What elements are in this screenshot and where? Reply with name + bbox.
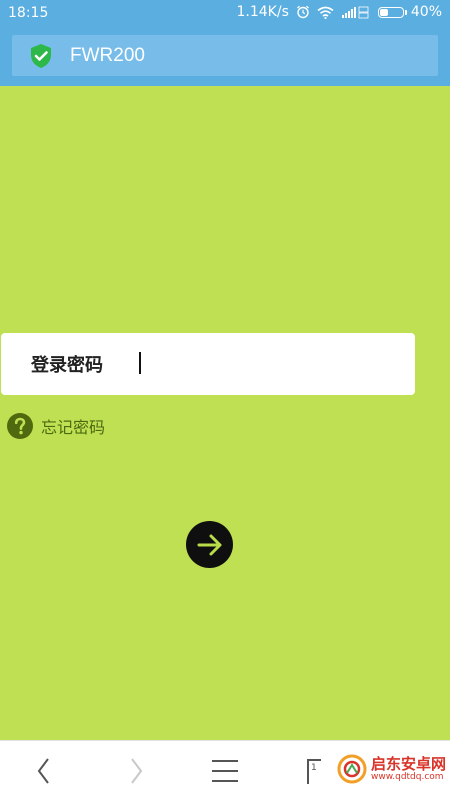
watermark-title: 启东安卓网 — [370, 754, 446, 773]
forgot-password-link[interactable]: 忘记密码 — [6, 412, 105, 440]
battery-icon — [377, 6, 407, 18]
password-input[interactable] — [133, 349, 373, 379]
forward-button[interactable] — [118, 753, 154, 789]
wifi-icon — [317, 6, 334, 19]
menu-button[interactable] — [207, 753, 243, 789]
password-label: 登录密码 — [31, 355, 103, 376]
router-login-screen: 18:15 1.14K/s 40% FWR200 登录密码 忘记密码 1 启东安… — [0, 0, 450, 800]
back-button[interactable] — [26, 753, 62, 789]
chevron-left-icon — [37, 758, 49, 784]
status-icons: 1.14K/s 40% — [237, 4, 443, 20]
text-caret — [139, 352, 141, 374]
browser-header: 18:15 1.14K/s 40% FWR200 — [0, 0, 450, 86]
login-card: 登录密码 — [1, 333, 415, 395]
menu-icon — [212, 760, 238, 782]
tabs-button[interactable]: 1 — [297, 753, 333, 789]
url-bar[interactable]: FWR200 — [12, 35, 438, 76]
watermark-logo: 启东安卓网 www.qdtdq.com — [337, 754, 446, 784]
status-bar: 18:15 1.14K/s 40% — [0, 0, 450, 26]
watermark-icon — [337, 754, 367, 784]
shield-check-icon — [28, 43, 54, 69]
network-speed: 1.14K/s — [236, 4, 289, 20]
alarm-icon — [296, 5, 310, 19]
page-url-title: FWR200 — [70, 44, 145, 66]
signal-icon — [341, 6, 371, 19]
question-icon — [6, 412, 34, 440]
arrow-right-icon — [197, 534, 221, 555]
watermark-url: www.qdtdq.com — [370, 771, 444, 782]
battery-level — [379, 8, 388, 16]
login-submit-button[interactable] — [186, 521, 233, 568]
battery-percent: 40% — [410, 4, 442, 20]
chevron-right-icon — [131, 758, 143, 784]
forgot-password-label: 忘记密码 — [41, 418, 106, 437]
tab-count: 1 — [311, 763, 317, 773]
watermark-text: 启东安卓网 www.qdtdq.com — [370, 754, 446, 782]
status-time: 18:15 — [8, 5, 49, 21]
